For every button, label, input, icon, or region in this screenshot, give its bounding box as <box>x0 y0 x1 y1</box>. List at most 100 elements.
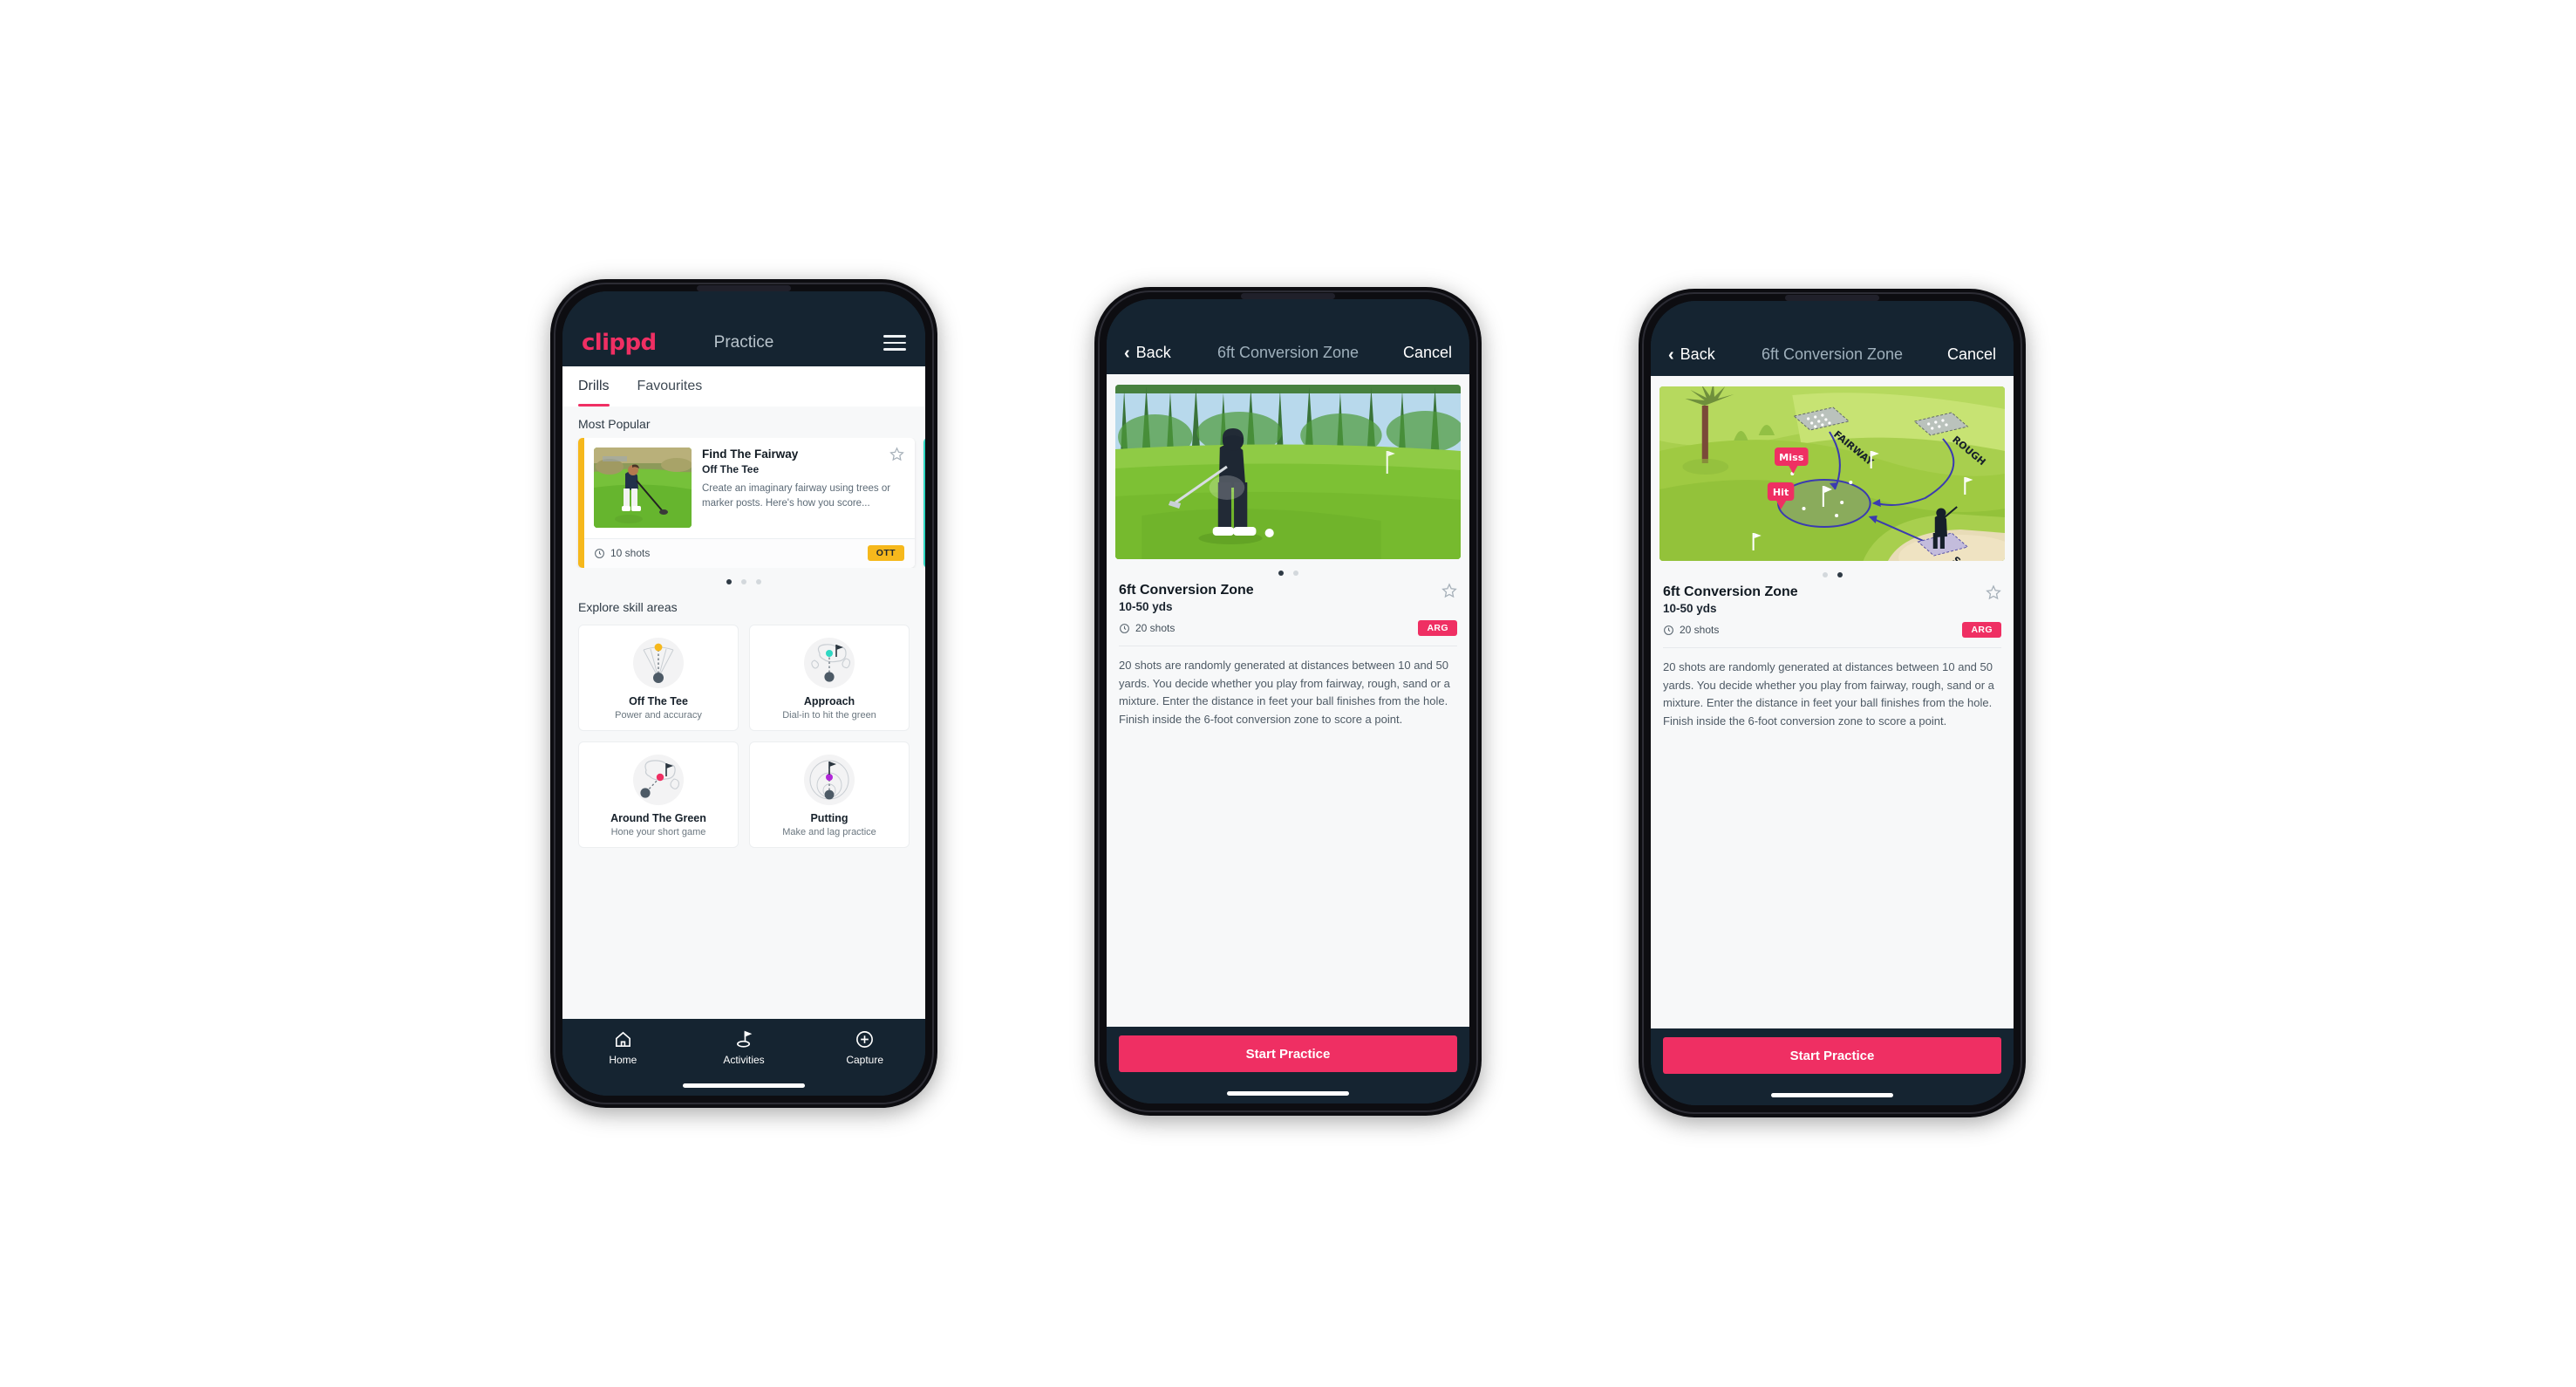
clippd-logo[interactable]: clippd <box>582 330 657 356</box>
hero-dot[interactable] <box>1278 571 1284 576</box>
tab-favourites[interactable]: Favourites <box>637 366 708 407</box>
chevron-left-icon: ‹ <box>1124 343 1130 363</box>
tab-bar: Drills Favourites <box>562 366 925 407</box>
home-icon <box>615 1031 630 1047</box>
detail-navbar: ‹ Back 6ft Conversion Zone Cancel <box>1107 299 1469 374</box>
hero-dots[interactable] <box>1107 559 1469 581</box>
back-button[interactable]: ‹ Back <box>1668 345 1715 364</box>
drill-detail-shots-label: 20 shots <box>1135 622 1176 634</box>
drill-detail-header: 6ft Conversion Zone 10-50 yds 20 shots A… <box>1107 581 1469 636</box>
tabbar-item-activities[interactable]: Activities <box>684 1029 805 1066</box>
skill-name: Putting <box>810 812 848 824</box>
drill-detail-yards: 10-50 yds <box>1663 602 1717 615</box>
drill-detail-shots: 20 shots <box>1119 622 1175 634</box>
putting-rings-icon <box>757 753 902 807</box>
hero-dot[interactable] <box>1837 572 1843 577</box>
back-label: Back <box>1135 344 1171 361</box>
golf-flag-icon <box>736 1030 752 1048</box>
carousel-dots[interactable] <box>562 568 925 590</box>
skill-name: Off The Tee <box>629 695 688 707</box>
drill-card-next-peek[interactable] <box>923 438 925 568</box>
tabbar-item-home[interactable]: Home <box>562 1029 684 1066</box>
skill-card-around-the-green[interactable]: Around The Green Hone your short game <box>578 741 739 848</box>
tabbar-item-capture[interactable]: Capture <box>804 1029 925 1066</box>
skill-card-off-the-tee[interactable]: Off The Tee Power and accuracy <box>578 625 739 731</box>
skill-sub: Dial-in to hit the green <box>782 710 876 721</box>
carousel-dot[interactable] <box>756 579 761 584</box>
navbar-title: 6ft Conversion Zone <box>1761 345 1904 363</box>
skill-card-approach[interactable]: Approach Dial-in to hit the green <box>749 625 910 731</box>
practice-content: Most Popular Find The Fairway Off The Te… <box>562 407 925 1019</box>
tee-shot-fan-icon <box>586 636 731 690</box>
drill-card[interactable]: Find The Fairway Off The Tee Create an i… <box>578 438 915 568</box>
hero-dots[interactable] <box>1651 561 2014 583</box>
drill-detail-title: 6ft Conversion Zone <box>1119 583 1254 598</box>
cancel-button[interactable]: Cancel <box>1947 345 1996 364</box>
drill-detail-body: FAIRWAY ROUGH Miss Hit 6ft Conversion Zo… <box>1651 376 2014 1028</box>
drill-description: Create an imaginary fairway using trees … <box>702 482 891 509</box>
hero-dot[interactable] <box>1292 571 1298 576</box>
drill-detail-yards: 10-50 yds <box>1119 600 1173 613</box>
drill-subtitle: Off The Tee <box>702 462 760 475</box>
phone-notch <box>697 285 791 291</box>
clock-icon <box>595 548 604 558</box>
skill-sub: Hone your short game <box>610 827 706 837</box>
chip-green-icon <box>586 753 731 807</box>
skill-areas-grid: Off The Tee Power and accuracy Approach … <box>562 621 925 860</box>
back-label: Back <box>1680 345 1715 363</box>
phone-notch <box>1785 295 1879 301</box>
tabbar-label: Activities <box>723 1054 765 1066</box>
drill-title: Find The Fairway <box>702 448 799 461</box>
navbar-title: 6ft Conversion Zone <box>1216 344 1360 361</box>
drill-carousel[interactable]: Find The Fairway Off The Tee Create an i… <box>562 438 925 568</box>
phone-notch <box>1241 293 1335 299</box>
drill-detail-description: 20 shots are randomly generated at dista… <box>1119 659 1450 726</box>
star-outline-icon[interactable] <box>1441 583 1457 598</box>
hamburger-icon[interactable] <box>883 335 906 351</box>
phone2-screen: ‹ Back 6ft Conversion Zone Cancel 6ft Co… <box>1107 299 1469 1103</box>
home-indicator <box>683 1083 805 1088</box>
skill-name: Around The Green <box>610 812 706 824</box>
plus-circle-icon <box>856 1031 874 1048</box>
section-explore-skill-areas: Explore skill areas <box>578 600 678 614</box>
home-indicator <box>1771 1093 1893 1097</box>
drill-badge-arg: ARG <box>1418 620 1457 636</box>
approach-green-icon <box>757 636 902 690</box>
drill-hero-illustration[interactable]: FAIRWAY ROUGH Miss Hit <box>1659 386 2005 561</box>
drill-hero-photo[interactable] <box>1115 385 1461 559</box>
back-button[interactable]: ‹ Back <box>1124 344 1171 362</box>
skill-card-putting[interactable]: Putting Make and lag practice <box>749 741 910 848</box>
star-outline-icon[interactable] <box>1986 584 2001 600</box>
carousel-dot[interactable] <box>726 579 732 584</box>
clock-icon <box>1664 625 1673 635</box>
page-title: Practice <box>713 333 774 352</box>
start-practice-button[interactable]: Start Practice <box>1119 1035 1457 1072</box>
phone-mockup-drill-detail-diagram: ‹ Back 6ft Conversion Zone Cancel FAIRWA… <box>1639 289 2026 1117</box>
clock-icon <box>1120 623 1129 633</box>
drill-detail-body: 6ft Conversion Zone 10-50 yds 20 shots A… <box>1107 374 1469 1027</box>
drill-thumbnail <box>594 448 692 528</box>
hero-dot[interactable] <box>1822 572 1828 577</box>
drill-badge-arg: ARG <box>1962 622 2001 638</box>
tabbar-label: Home <box>609 1054 637 1066</box>
drill-detail-shots-label: 20 shots <box>1680 624 1720 636</box>
app-header: clippd Practice <box>562 291 925 366</box>
drill-detail-title: 6ft Conversion Zone <box>1663 584 1798 599</box>
svg-text:Miss: Miss <box>1779 452 1804 463</box>
drill-detail-shots: 20 shots <box>1663 624 1719 636</box>
cancel-button[interactable]: Cancel <box>1403 344 1452 362</box>
drill-detail-header: 6ft Conversion Zone 10-50 yds 20 shots A… <box>1651 583 2014 638</box>
star-outline-icon[interactable] <box>889 447 904 461</box>
chevron-left-icon: ‹ <box>1668 345 1674 365</box>
phone1-screen: clippd Practice Drills Favourites Most P… <box>562 291 925 1096</box>
drill-badge-ott: OTT <box>867 545 904 561</box>
drill-detail-description: 20 shots are randomly generated at dista… <box>1663 660 1994 728</box>
tab-drills[interactable]: Drills <box>578 366 615 407</box>
start-practice-button[interactable]: Start Practice <box>1663 1037 2001 1074</box>
phone3-screen: ‹ Back 6ft Conversion Zone Cancel FAIRWA… <box>1651 301 2014 1105</box>
carousel-dot[interactable] <box>741 579 746 584</box>
skill-name: Approach <box>803 695 855 707</box>
svg-text:Hit: Hit <box>1773 487 1789 498</box>
detail-navbar: ‹ Back 6ft Conversion Zone Cancel <box>1651 301 2014 376</box>
screenshot-stage: clippd Practice Drills Favourites Most P… <box>0 0 2576 1387</box>
